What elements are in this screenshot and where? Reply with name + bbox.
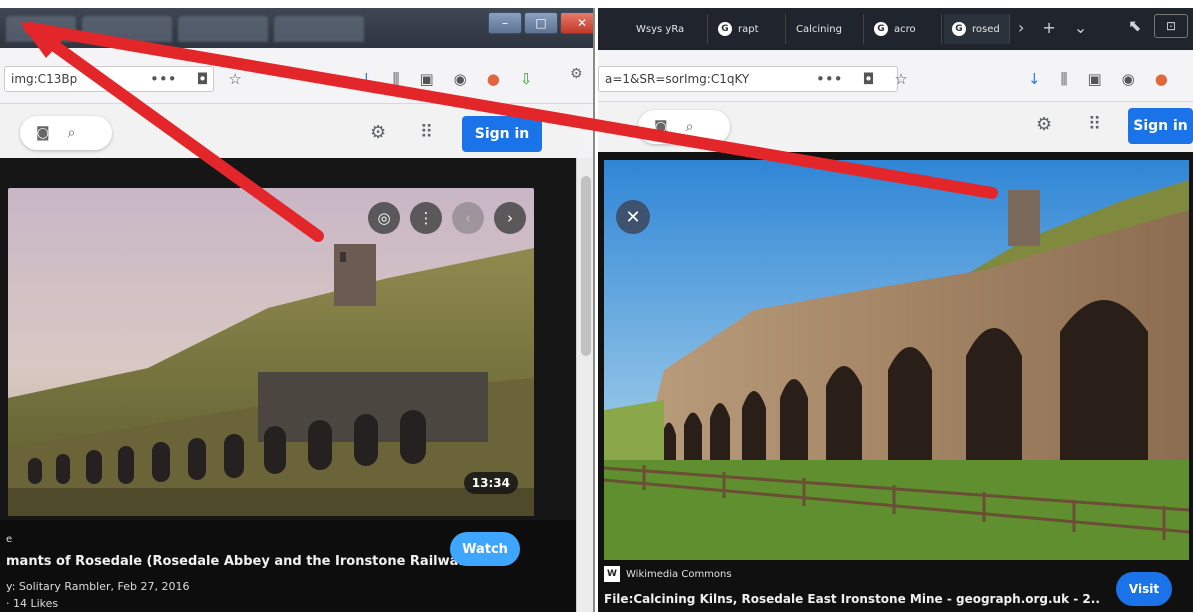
- camera-icon[interactable]: ◙: [654, 119, 668, 135]
- video-duration-badge: 13:34: [463, 472, 518, 494]
- page-actions-icon[interactable]: •••: [816, 70, 843, 88]
- tab-list-icon[interactable]: ⌄: [1074, 18, 1087, 37]
- bookmark-star-icon[interactable]: ☆: [228, 70, 241, 88]
- left-address-actions: ••• ◘ ☆: [150, 70, 242, 88]
- apps-grid-icon[interactable]: ⠿: [420, 122, 433, 143]
- pocket-icon[interactable]: ◘: [863, 70, 875, 88]
- google-favicon-icon: G: [874, 22, 888, 36]
- extension-green-icon[interactable]: ⇩: [520, 70, 533, 88]
- scroll-tabs-icon[interactable]: ›: [1018, 18, 1024, 37]
- left-toolbar-icons: ↓ ⫼ ▣ ◉ ● ⇩: [360, 70, 532, 88]
- source-name[interactable]: Wikimedia Commons: [626, 569, 732, 580]
- right-browser-window: Wsys yRa G rapt Calcining G acro G rosed…: [598, 8, 1193, 612]
- source-row: W Wikimedia Commons: [604, 566, 732, 582]
- right-tab-2-label: rapt: [738, 23, 759, 35]
- account-icon[interactable]: ◉: [454, 70, 467, 88]
- left-tab-blurred-3[interactable]: [178, 16, 268, 42]
- left-kilns-thumbnail[interactable]: ◎ ⋮ ‹ › 13:34: [8, 188, 534, 516]
- right-google-header: ◙ ⌕ ⚙ ⠿ Sign in: [598, 102, 1193, 152]
- google-favicon-icon: G: [718, 22, 732, 36]
- bookmark-star-icon[interactable]: ☆: [894, 70, 907, 88]
- google-favicon-icon: G: [952, 22, 966, 36]
- visit-button[interactable]: Visit: [1116, 572, 1172, 606]
- cursor-icon: ⬉: [1128, 16, 1142, 35]
- left-scrollbar[interactable]: [576, 158, 593, 612]
- left-tab-bar: – □ ✕: [0, 8, 593, 48]
- right-window-controls[interactable]: ⊡: [1154, 14, 1188, 38]
- downloads-icon[interactable]: ↓: [360, 70, 373, 88]
- right-tab-4-label: acro: [894, 23, 916, 35]
- right-tab-5[interactable]: G rosed: [944, 14, 1010, 44]
- right-kilns-photo-svg: [604, 160, 1189, 560]
- right-tab-4[interactable]: G acro: [866, 14, 942, 44]
- left-scrollbar-thumb[interactable]: [581, 176, 591, 356]
- left-tab-blurred-2[interactable]: [82, 16, 172, 42]
- left-address-toolbar: img:C13Bp ••• ◘ ☆ ↓ ⫼ ▣ ◉ ● ⇩ ⚙: [0, 52, 593, 104]
- right-image-viewer: ✕ W Wikimedia Commons File:Calcining Kil…: [598, 152, 1193, 612]
- search-icon[interactable]: ⌕: [68, 125, 76, 141]
- lens-icon[interactable]: ◎: [368, 202, 400, 234]
- left-tab-blurred-4[interactable]: [274, 16, 364, 42]
- camera-icon[interactable]: ◙: [36, 125, 50, 141]
- sidebar-icon[interactable]: ▣: [419, 70, 433, 88]
- maximize-button[interactable]: □: [524, 12, 558, 34]
- right-address-toolbar: a=1&SR=sorImg:C1qKY ••• ◘ ☆ ↓ ⫼ ▣ ◉ ●: [598, 52, 1193, 102]
- apps-grid-icon[interactable]: ⠿: [1088, 114, 1101, 135]
- right-sign-in-button[interactable]: Sign in: [1128, 108, 1193, 144]
- library-icon[interactable]: ⫼: [1061, 70, 1068, 88]
- left-video-info: e mants of Rosedale (Rosedale Abbey and …: [0, 520, 576, 612]
- image-file-title[interactable]: File:Calcining Kilns, Rosedale East Iron…: [604, 592, 1100, 606]
- right-tab-3[interactable]: Calcining: [788, 14, 864, 44]
- settings-gear-icon[interactable]: ⚙: [370, 122, 386, 143]
- minimize-button[interactable]: –: [488, 12, 522, 34]
- extension-orange-icon[interactable]: ●: [487, 70, 500, 88]
- close-preview-icon[interactable]: ✕: [616, 200, 650, 234]
- right-tab-2[interactable]: G rapt: [710, 14, 786, 44]
- left-video-title[interactable]: mants of Rosedale (Rosedale Abbey and th…: [6, 554, 473, 569]
- downloads-icon[interactable]: ↓: [1028, 70, 1041, 88]
- sidebar-icon[interactable]: ▣: [1087, 70, 1101, 88]
- watch-button[interactable]: Watch: [450, 532, 520, 566]
- right-tab-3-label: Calcining: [796, 23, 842, 35]
- left-sign-in-button[interactable]: Sign in: [462, 116, 542, 152]
- left-browser-window: – □ ✕ img:C13Bp ••• ◘ ☆ ↓ ⫼ ▣ ◉ ● ⇩ ⚙ ◙ …: [0, 8, 595, 612]
- close-window-button[interactable]: ✕: [560, 12, 593, 34]
- settings-gear-icon[interactable]: ⚙: [1036, 114, 1052, 135]
- wikimedia-logo-icon: W: [604, 566, 620, 582]
- right-toolbar-icons: ↓ ⫼ ▣ ◉ ●: [1028, 70, 1168, 88]
- new-tab-icon[interactable]: +: [1042, 18, 1055, 37]
- page-actions-icon[interactable]: •••: [150, 70, 177, 88]
- left-video-viewer: ◎ ⋮ ‹ › 13:34 e mants of Rosedale (Rosed…: [0, 158, 576, 612]
- left-window-controls: – □ ✕: [488, 12, 593, 38]
- account-icon[interactable]: ◉: [1122, 70, 1135, 88]
- right-image-info: W Wikimedia Commons File:Calcining Kilns…: [598, 560, 1193, 612]
- right-tab-5-label: rosed: [972, 23, 1000, 35]
- search-icon[interactable]: ⌕: [686, 119, 694, 135]
- extension-orange-icon[interactable]: ●: [1155, 70, 1168, 88]
- right-search-pill[interactable]: ◙ ⌕: [638, 110, 730, 144]
- right-tab-actions: › + ⌄: [1018, 18, 1087, 37]
- left-tab-blurred-1[interactable]: [6, 16, 76, 42]
- left-video-meta: y: Solitary Rambler, Feb 27, 2016: [6, 580, 190, 593]
- right-tab-1[interactable]: Wsys yRa: [628, 14, 708, 44]
- next-image-icon[interactable]: ›: [494, 202, 526, 234]
- previous-image-icon[interactable]: ‹: [452, 202, 484, 234]
- left-google-header: ◙ ⌕ ⚙ ⠿ Sign in: [0, 106, 580, 162]
- right-tab-bar: Wsys yRa G rapt Calcining G acro G rosed…: [598, 8, 1193, 50]
- left-search-pill[interactable]: ◙ ⌕: [20, 116, 112, 150]
- menu-icon[interactable]: ⚙: [570, 66, 583, 82]
- screenshot-root: – □ ✕ img:C13Bp ••• ◘ ☆ ↓ ⫼ ▣ ◉ ● ⇩ ⚙ ◙ …: [0, 0, 1193, 612]
- right-address-actions: ••• ◘ ☆: [816, 70, 908, 88]
- right-kilns-image[interactable]: ✕: [604, 160, 1189, 560]
- right-tab-1-label: Wsys yRa: [636, 23, 685, 35]
- pocket-icon[interactable]: ◘: [197, 70, 209, 88]
- left-kilns-photo-svg: [8, 188, 534, 516]
- more-options-icon[interactable]: ⋮: [410, 202, 442, 234]
- library-icon[interactable]: ⫼: [393, 70, 400, 88]
- left-video-likes: · 14 Likes: [6, 597, 59, 610]
- left-info-line1: e: [6, 534, 13, 545]
